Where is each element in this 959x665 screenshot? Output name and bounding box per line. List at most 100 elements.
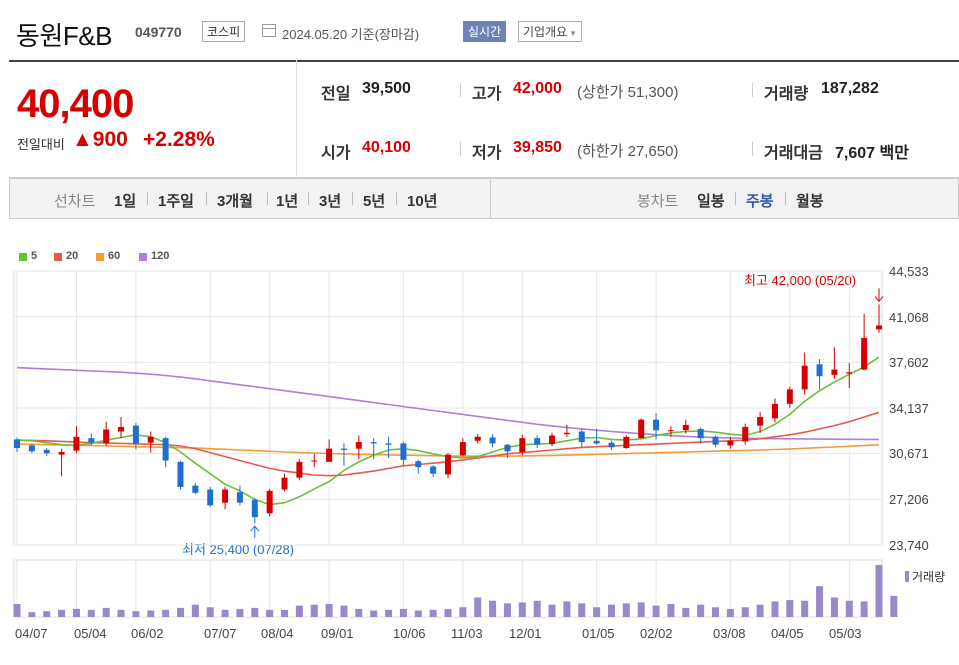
volume-bar (281, 609, 289, 617)
candle-body (549, 435, 556, 445)
volume-bar (147, 610, 155, 617)
volume-bar (830, 597, 838, 617)
candle-body (415, 461, 422, 468)
volume-bar (414, 610, 422, 617)
ma120-line (16, 366, 879, 441)
candle-body (43, 449, 50, 454)
volume-bar (385, 609, 393, 617)
volume-bar (771, 601, 779, 617)
volume-bar (712, 607, 720, 617)
candle-body (58, 451, 65, 455)
candle-body (876, 325, 882, 330)
candle-body (638, 419, 645, 439)
candle-body (757, 417, 764, 426)
volume-bar (652, 605, 660, 617)
volume-bar (206, 607, 214, 617)
candle-body (846, 372, 853, 374)
candle-body (103, 429, 110, 444)
volume-bar (355, 608, 363, 617)
volume-bar (72, 608, 80, 617)
volume-bar (578, 603, 586, 617)
volume-bar (816, 586, 824, 617)
candle-body (727, 440, 734, 446)
volume-bar (637, 602, 645, 617)
volume-bar (503, 603, 511, 617)
volume-bar (756, 604, 764, 617)
volume-bar (548, 604, 556, 617)
volume-bar (132, 611, 140, 617)
volume-bar (251, 607, 259, 617)
candle-body (474, 436, 481, 441)
candle-body (296, 461, 303, 478)
volume-plot-area (13, 559, 883, 618)
candle-body (682, 424, 689, 431)
volume-bar (295, 605, 303, 617)
candle-body (14, 439, 20, 449)
stock-chart (13, 270, 898, 618)
candle-body (118, 426, 125, 432)
candle-body (385, 443, 392, 445)
volume-bar (162, 609, 170, 617)
volume-bar (726, 608, 734, 617)
candle-body (192, 485, 199, 493)
volume-bar (266, 609, 274, 617)
volume-bar (459, 607, 467, 617)
volume-bar (340, 605, 348, 617)
candle-body (311, 460, 318, 462)
candle-body (608, 442, 615, 448)
candle-body (816, 364, 823, 377)
candle-body (88, 438, 95, 443)
candle-body (489, 437, 496, 444)
volume-bar (221, 609, 229, 617)
candle-body (73, 436, 80, 451)
volume-bar (667, 604, 675, 617)
candle-body (281, 477, 288, 490)
volume-bar (43, 611, 51, 617)
volume-bar (13, 604, 21, 617)
volume-bar (176, 607, 184, 617)
volume-bar (58, 609, 66, 617)
volume-bar (801, 600, 809, 617)
candle-body (712, 436, 719, 445)
candle-body (742, 426, 749, 442)
candle-body (177, 461, 184, 487)
volume-bar (444, 608, 452, 617)
candle-body (370, 442, 377, 444)
volume-bar (236, 608, 244, 617)
volume-bar (786, 600, 794, 617)
volume-bar (102, 607, 110, 617)
candle-body (697, 428, 704, 439)
candle-body (801, 365, 808, 390)
candle-body (326, 448, 333, 462)
candle-body (771, 403, 778, 419)
volume-bar (325, 604, 333, 617)
volume-bar (533, 600, 541, 617)
volume-bar (399, 608, 407, 617)
candle-body (831, 369, 838, 375)
candle-body (266, 490, 273, 514)
volume-bar (607, 604, 615, 617)
volume-bar (518, 602, 526, 617)
candle-body (786, 389, 793, 404)
candle-body (563, 432, 570, 435)
volume-bar (697, 604, 705, 617)
candle-body (236, 492, 243, 503)
candle-body (504, 444, 511, 452)
candle-body (623, 436, 630, 449)
candle-body (162, 438, 169, 461)
candle-body (132, 425, 139, 445)
volume-bar (741, 607, 749, 617)
candle-body (445, 454, 451, 475)
candle-body (400, 443, 407, 460)
volume-bar (593, 607, 601, 617)
volume-bar (370, 610, 378, 617)
volume-bar (87, 609, 95, 617)
candle-body (207, 489, 214, 506)
volume-bar (890, 595, 898, 617)
candle-body (28, 445, 35, 452)
volume-bar (310, 604, 318, 617)
volume-bar (191, 604, 199, 617)
volume-bar (845, 600, 853, 617)
candle-body (251, 500, 258, 518)
volume-bar (28, 612, 36, 617)
